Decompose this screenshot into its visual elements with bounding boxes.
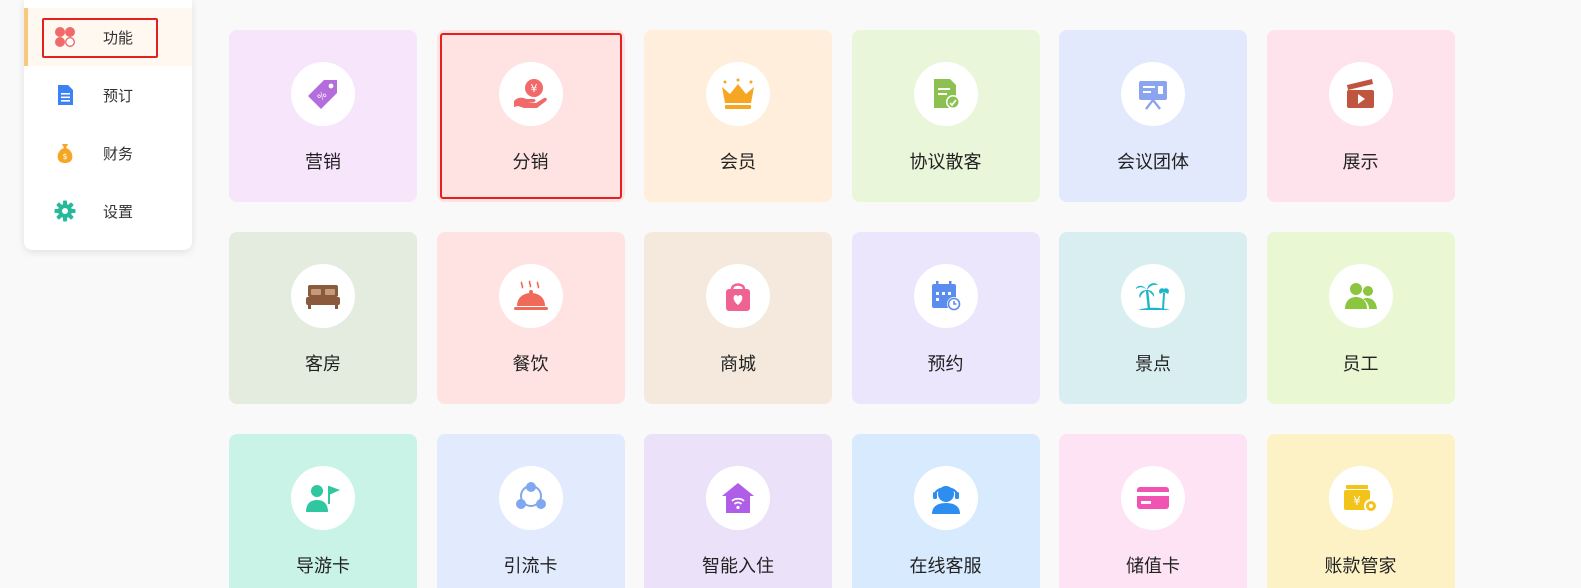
- highlight-box: [42, 18, 158, 58]
- tile-account-manager[interactable]: ¥ 账款管家: [1266, 434, 1455, 588]
- tile-label: 引流卡: [503, 556, 558, 577]
- tile-label: 展示: [1342, 152, 1379, 173]
- icon-circle: [291, 466, 355, 530]
- tile-rooms[interactable]: 客房: [229, 232, 417, 404]
- sidebar-item-finance[interactable]: $ 财务: [24, 124, 192, 182]
- tile-tour-guide-card[interactable]: 导游卡: [229, 434, 417, 588]
- tile-meeting-group[interactable]: 会议团体: [1059, 30, 1247, 202]
- tile-mall[interactable]: 商城: [644, 232, 832, 404]
- icon-circle: [913, 62, 978, 126]
- svg-text:$: $: [62, 152, 67, 161]
- tile-membership[interactable]: 会员: [644, 30, 832, 202]
- tile-distribution[interactable]: ¥ 分销: [436, 30, 625, 202]
- clapperboard-icon: [1346, 79, 1374, 108]
- shopping-bag-icon: [726, 283, 750, 311]
- palm-tree-icon: [1136, 283, 1170, 310]
- svg-text:¥: ¥: [1353, 494, 1361, 508]
- tile-appointment[interactable]: 预约: [851, 232, 1040, 404]
- icon-circle: [913, 466, 978, 530]
- tile-catering[interactable]: 餐饮: [436, 232, 625, 404]
- tile-scenic-spot[interactable]: 景点: [1059, 232, 1247, 404]
- icon-circle: ¥: [1328, 466, 1393, 530]
- icon-circle: [1121, 264, 1185, 328]
- tile-label: 储值卡: [1126, 556, 1180, 577]
- tile-label: 客房: [305, 354, 341, 375]
- icon-circle: [1121, 62, 1185, 126]
- food-cloche-icon: [513, 280, 548, 310]
- share-network-icon: [515, 482, 546, 509]
- bed-icon: [306, 285, 340, 309]
- contract-icon: [933, 79, 960, 109]
- sidebar-item-settings[interactable]: 设置: [24, 182, 192, 240]
- highlight-box: [439, 33, 622, 199]
- sidebar-item-booking[interactable]: 预订: [24, 66, 192, 124]
- icon-circle: [498, 466, 563, 530]
- icon-circle: [1328, 62, 1393, 126]
- staff-icon: [1344, 283, 1377, 309]
- tile-traffic-card[interactable]: 引流卡: [436, 434, 625, 588]
- tile-label: 在线客服: [909, 556, 982, 577]
- coupon-tag-icon: %: [308, 80, 337, 109]
- icon-circle: %: [291, 62, 355, 126]
- tile-label: 导游卡: [296, 556, 350, 577]
- tile-stored-value-card[interactable]: 储值卡: [1059, 434, 1247, 588]
- sidebar-item-function[interactable]: 功能: [24, 8, 192, 66]
- function-grid: % 营销 ¥ 分销 会员 协议散客 会议团体 展示 客房 餐饮 商城 预约 景点…: [229, 30, 1455, 588]
- tile-staff[interactable]: 员工: [1266, 232, 1455, 404]
- tile-label: 景点: [1135, 354, 1171, 375]
- document-icon: [54, 84, 76, 106]
- tile-label: 餐饮: [512, 354, 549, 375]
- tile-display[interactable]: 展示: [1266, 30, 1455, 202]
- calendar-clock-icon: [931, 281, 961, 311]
- icon-circle: [1121, 466, 1185, 530]
- tile-label: 预约: [927, 354, 964, 375]
- sidebar-item-label: 财务: [103, 144, 134, 163]
- yuan-gear-icon: ¥: [1343, 485, 1378, 513]
- sidebar-item-label: 设置: [103, 202, 134, 221]
- icon-circle: [706, 62, 770, 126]
- tile-label: 营销: [305, 152, 341, 173]
- money-bag-icon: $: [54, 142, 76, 164]
- tile-label: 会员: [720, 152, 756, 173]
- tile-label: 会议团体: [1117, 152, 1189, 173]
- customer-service-icon: [931, 486, 960, 514]
- icon-circle: [1328, 264, 1393, 328]
- tile-smart-checkin[interactable]: 智能入住: [644, 434, 832, 588]
- icon-circle: [706, 466, 770, 530]
- sidebar-item-label: 预订: [103, 86, 134, 105]
- presentation-icon: [1139, 81, 1167, 110]
- card-icon: [1137, 487, 1169, 509]
- tile-label: 员工: [1342, 354, 1379, 375]
- tile-online-service[interactable]: 在线客服: [851, 434, 1040, 588]
- icon-circle: [291, 264, 355, 328]
- icon-circle: [913, 264, 978, 328]
- icon-circle: [498, 264, 563, 328]
- sidebar-menu: 功能 预订 $ 财务 设置: [24, 0, 192, 250]
- guide-flag-icon: [306, 485, 340, 512]
- gear-icon: [54, 200, 76, 222]
- crown-icon: [722, 78, 754, 109]
- tile-marketing[interactable]: % 营销: [229, 30, 417, 202]
- tile-agreement-guest[interactable]: 协议散客: [851, 30, 1040, 202]
- tile-label: 账款管家: [1324, 556, 1397, 577]
- smart-home-icon: [722, 483, 754, 513]
- tile-label: 协议散客: [909, 152, 982, 173]
- icon-circle: [706, 264, 770, 328]
- tile-label: 智能入住: [702, 556, 774, 577]
- tile-label: 商城: [720, 354, 756, 375]
